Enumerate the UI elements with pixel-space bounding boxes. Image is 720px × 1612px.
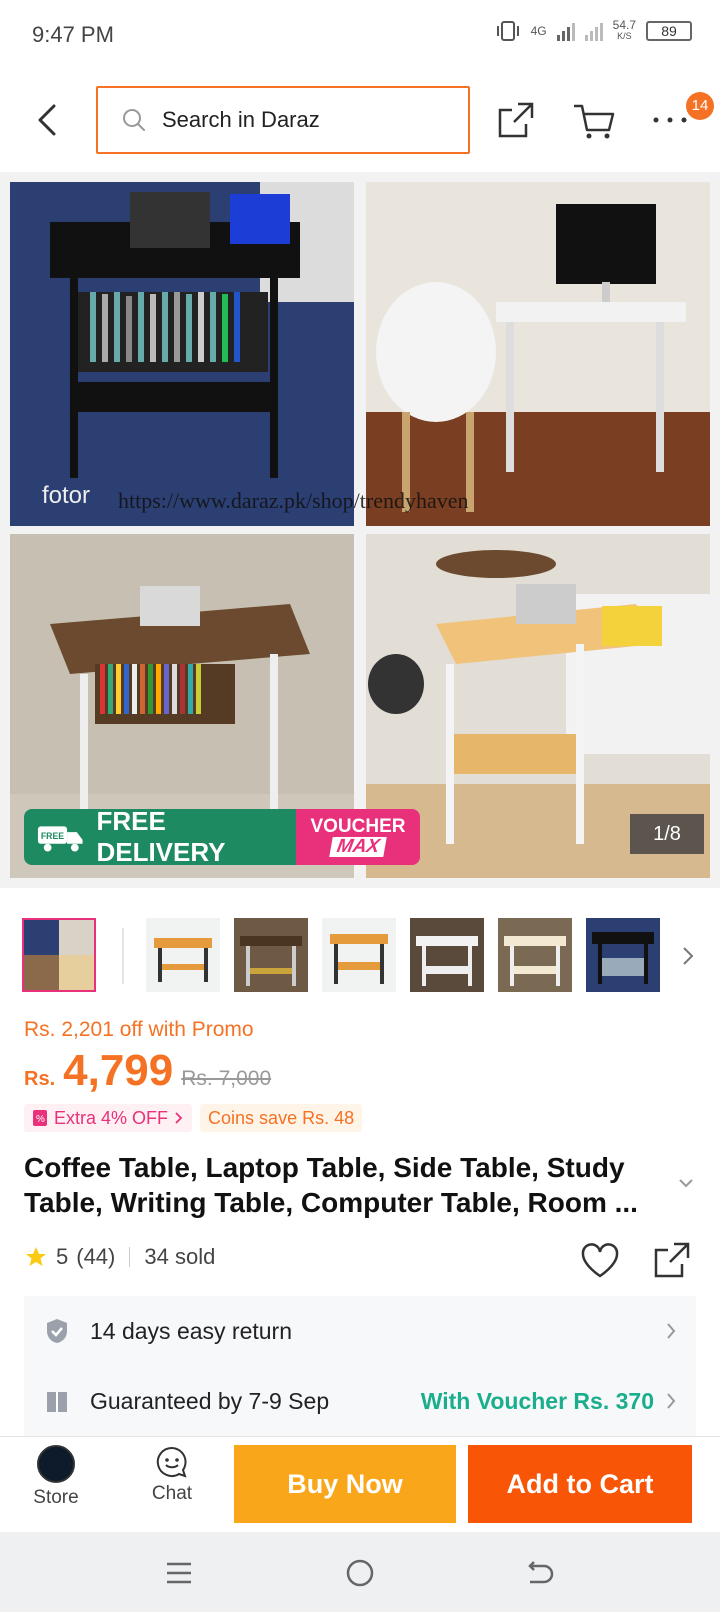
current-price: 4,799: [63, 1046, 174, 1095]
search-input[interactable]: Search in Daraz: [96, 86, 470, 154]
shield-check-icon: [47, 1319, 67, 1343]
voucher-max-badge: VOUCHER MAX: [296, 809, 420, 865]
rating-value: 5: [56, 1244, 69, 1269]
delivery-truck-icon: FREE: [37, 826, 83, 852]
max-label: MAX: [329, 836, 387, 857]
rating-divider: [129, 1247, 131, 1267]
store-label: Store: [33, 1487, 79, 1508]
thumbnail-6[interactable]: [498, 918, 572, 992]
coins-save-chip[interactable]: Coins save Rs. 48: [200, 1104, 363, 1132]
store-logo-icon: [37, 1445, 75, 1483]
free-delivery-label: FREE DELIVERY: [96, 806, 226, 867]
voucher-label: VOUCHER: [310, 816, 406, 837]
delivery-box-icon: [47, 1392, 67, 1412]
signal-icon-2: [584, 21, 603, 41]
free-delivery-badge: FREE FREE DELIVERY: [24, 806, 296, 867]
cart-count-badge: 14: [686, 92, 714, 120]
thumbnail-4[interactable]: [322, 918, 396, 992]
voucher-icon: %: [33, 1110, 47, 1126]
home-icon[interactable]: [343, 1556, 377, 1590]
top-nav: Search in Daraz 14: [0, 72, 720, 168]
thumbnail-strip: [22, 918, 702, 996]
signal-icon: [556, 21, 575, 41]
network-speed: 54.7 K/S: [612, 18, 636, 41]
svg-text:%: %: [36, 1114, 45, 1125]
share-icon[interactable]: [652, 1240, 692, 1280]
extra-off-label: Extra 4% OFF: [54, 1107, 169, 1128]
original-price: Rs. 7,000: [181, 1067, 272, 1090]
cart-icon[interactable]: [572, 100, 616, 140]
promo-banner: FREE FREE DELIVERY VOUCHER MAX: [24, 806, 420, 867]
promo-discount-text: Rs. 2,201 off with Promo: [24, 1018, 254, 1041]
free-tag-label: FREE: [41, 831, 64, 841]
fotor-watermark: fotor: [42, 482, 91, 509]
delivery-row[interactable]: Guaranteed by 7-9 Sep With Voucher Rs. 3…: [24, 1366, 696, 1436]
status-time: 9:47 PM: [32, 22, 114, 47]
chat-label: Chat: [151, 1483, 193, 1504]
status-bar: 9:47 PM 4G 54.7 K/S 89: [0, 0, 720, 72]
thumbnail-2[interactable]: [146, 918, 220, 992]
price-row: Rs. 4,799 Rs. 7,000: [24, 1046, 271, 1096]
thumbnail-3[interactable]: [234, 918, 308, 992]
chevron-right-icon: [667, 1323, 676, 1339]
battery-icon: 89: [646, 21, 692, 41]
product-photo-white-table: [366, 182, 710, 526]
store-button[interactable]: Store: [8, 1445, 104, 1525]
coins-save-label: Coins save Rs. 48: [208, 1107, 355, 1128]
buy-now-button[interactable]: Buy Now: [234, 1445, 456, 1523]
offer-chips: % Extra 4% OFF Coins save Rs. 48: [24, 1104, 363, 1132]
more-icon[interactable]: [652, 108, 688, 132]
currency-label: Rs.: [24, 1068, 56, 1090]
chevron-down-icon[interactable]: [676, 1176, 696, 1190]
chevron-right-icon: [175, 1112, 183, 1124]
return-policy-row[interactable]: 14 days easy return: [24, 1296, 696, 1366]
delivery-label: Guaranteed by 7-9 Sep: [90, 1387, 330, 1414]
return-policy-label: 14 days easy return: [90, 1317, 293, 1344]
add-to-cart-button[interactable]: Add to Cart: [468, 1445, 692, 1523]
vibrate-icon: [496, 21, 519, 41]
star-icon: [26, 1247, 46, 1266]
chat-button[interactable]: Chat: [124, 1445, 220, 1525]
review-count: (44): [76, 1244, 116, 1269]
chevron-right-icon: [667, 1393, 676, 1409]
shop-url-watermark: https://www.daraz.pk/shop/trendyhaven: [118, 488, 469, 513]
wishlist-heart-icon[interactable]: [580, 1242, 620, 1280]
chevron-right-icon[interactable]: [678, 942, 698, 970]
search-placeholder: Search in Daraz: [162, 107, 320, 132]
network-type: 4G: [530, 23, 547, 38]
menu-icon[interactable]: [162, 1556, 196, 1590]
extra-off-chip[interactable]: % Extra 4% OFF: [24, 1104, 193, 1132]
thumbnail-1[interactable]: [22, 918, 96, 992]
image-counter: 1/8: [630, 814, 704, 854]
sold-count: 34 sold: [144, 1244, 216, 1269]
chat-icon: [156, 1446, 187, 1478]
rating-row[interactable]: 5 (44) 34 sold: [24, 1244, 215, 1270]
status-icons: 4G 54.7 K/S 89: [495, 18, 692, 42]
thumbnail-divider: [122, 928, 124, 984]
product-gallery[interactable]: fotor https://www.daraz.pk/shop/trendyha…: [0, 172, 720, 888]
thumbnail-7[interactable]: [586, 918, 660, 992]
back-nav-icon[interactable]: [522, 1556, 556, 1590]
search-icon: [123, 109, 145, 131]
back-icon[interactable]: [30, 100, 66, 140]
system-nav-bar: [0, 1532, 720, 1612]
bottom-action-bar: Store Chat Buy Now Add to Cart: [0, 1436, 720, 1532]
service-info-panel: 14 days easy return Guaranteed by 7-9 Se…: [24, 1296, 696, 1436]
share-icon[interactable]: [496, 100, 536, 140]
thumbnail-5[interactable]: [410, 918, 484, 992]
product-photo-black-table: fotor: [10, 182, 354, 526]
voucher-delivery-label: With Voucher Rs. 370: [420, 1387, 654, 1414]
product-title: Coffee Table, Laptop Table, Side Table, …: [24, 1152, 638, 1218]
